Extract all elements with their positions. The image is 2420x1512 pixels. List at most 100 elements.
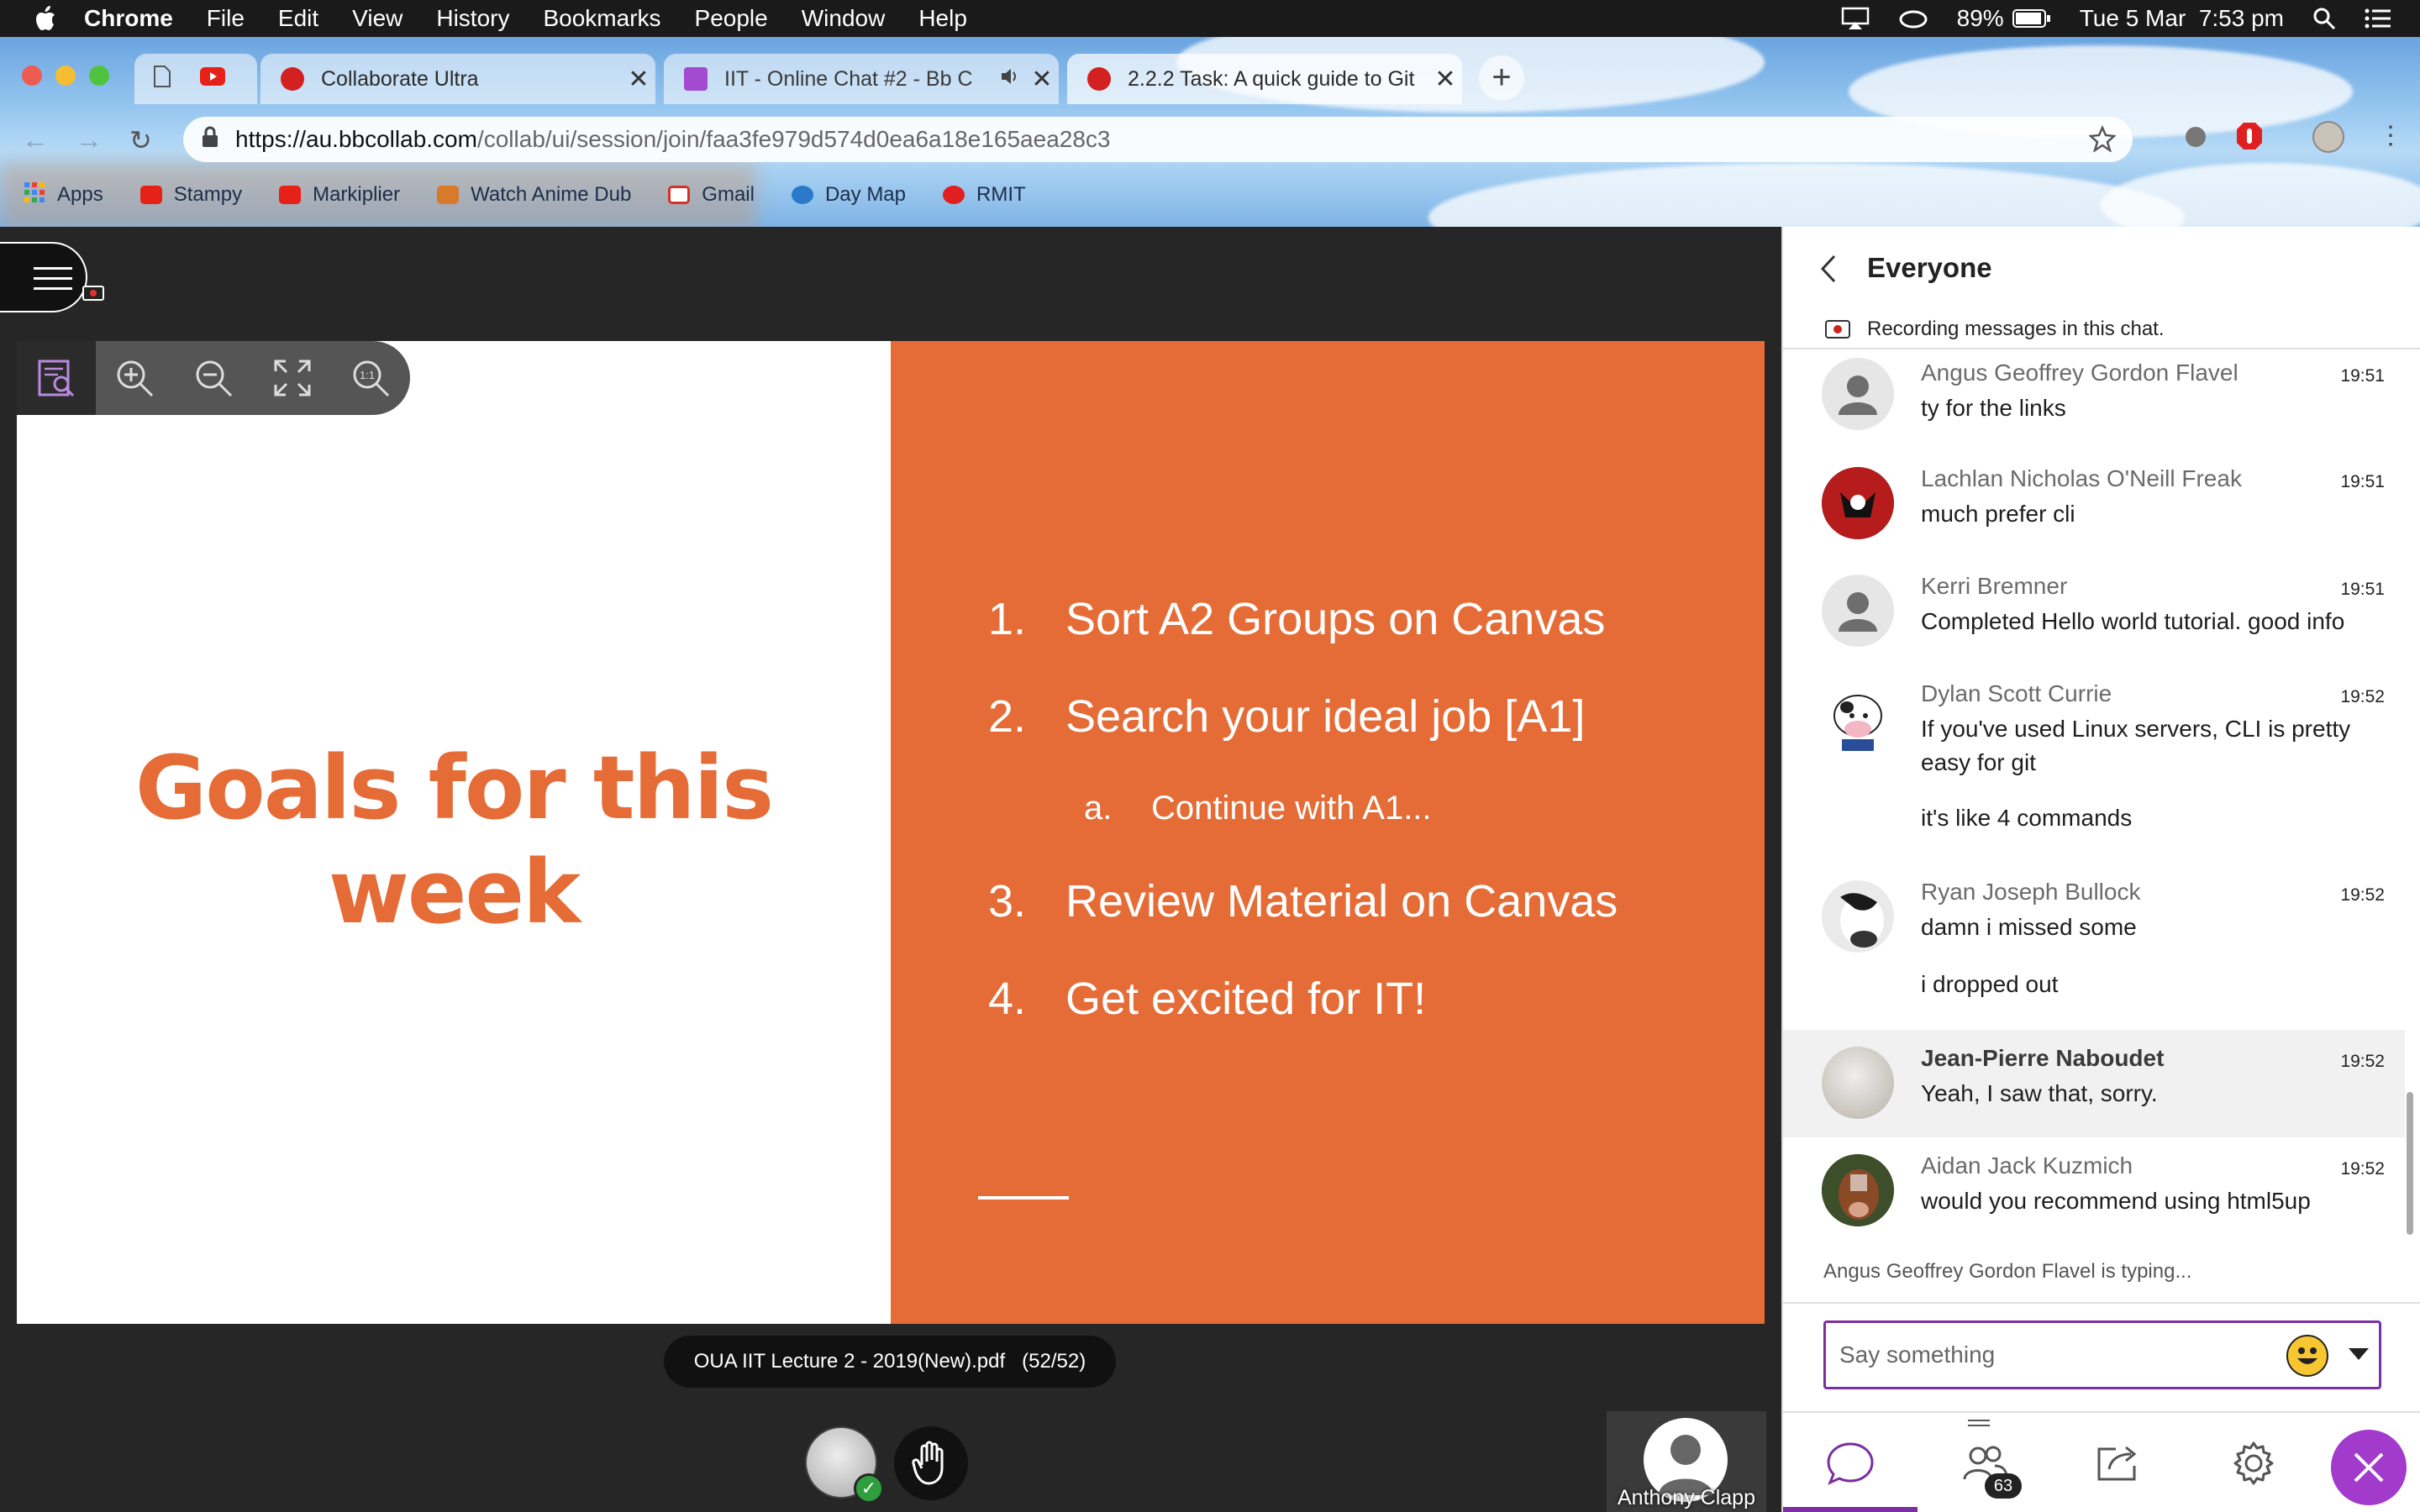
spotlight-search-icon[interactable] [2312,7,2336,30]
tab-participants[interactable]: 63 [1918,1413,2052,1512]
tab-share-content[interactable] [2052,1413,2186,1512]
youtube-icon[interactable] [200,66,225,92]
bookmark-markiplier[interactable]: Markiplier [279,183,400,207]
tab-collaborate-ultra[interactable]: Collaborate Ultra ✕ [260,54,655,104]
bookmark-rmit[interactable]: RMIT [943,183,1026,207]
tab-chat[interactable] [1783,1413,1918,1512]
message-text: would you recommend using html5up [1921,1188,2311,1214]
extension-icon[interactable] [2183,124,2208,154]
menu-file[interactable]: File [207,0,245,37]
recording-indicator-icon [82,286,104,301]
recording-icon [1825,320,1850,339]
lock-icon[interactable] [202,126,218,154]
bookmarks-bar: Apps Stampy Markiplier Watch Anime Dub G… [24,176,1063,213]
session-menu-button[interactable] [0,242,87,312]
message-text: If you've used Linux servers, CLI is pre… [1921,716,2351,775]
bookmark-label: Apps [57,183,103,206]
chevron-left-icon[interactable] [1820,254,1837,292]
menu-view[interactable]: View [352,0,402,37]
browser-menu-icon[interactable]: ⋮ [2378,121,2403,150]
blank-page-icon[interactable] [153,65,171,94]
clock[interactable]: Tue 5 Mar 7:53 pm [2080,5,2284,32]
menu-people[interactable]: People [695,0,768,37]
adblock-icon[interactable] [2235,121,2264,155]
address-bar[interactable]: https://au.bbcollab.com /collab/ui/sessi… [183,117,2133,162]
new-tab-button[interactable]: + [1479,55,1524,101]
close-panel-button[interactable] [2331,1430,2407,1505]
profile-avatar[interactable] [2312,121,2344,153]
cow-avatar [1822,682,1894,754]
goal-text: Review Material on Canvas [1065,876,1618,927]
bookmark-star-icon[interactable] [2088,124,2117,158]
bookmark-watch-anime-dub[interactable]: Watch Anime Dub [437,183,631,207]
notification-center-icon[interactable] [2365,8,2391,29]
window-close-button[interactable] [22,66,42,86]
presenter-tile[interactable]: Anthony Clapp [1607,1411,1766,1512]
chat-title: Everyone [1867,252,1992,283]
goal-text: Continue with A1... [1151,790,1432,827]
browser-chrome: Collaborate Ultra ✕ IIT - Online Chat #2… [0,37,2420,227]
bookmark-stampy[interactable]: Stampy [139,183,242,207]
fullscreen-expand-button[interactable] [253,341,332,415]
message-text: much prefer cli [1921,501,2075,527]
decor-cloud [1428,163,2185,227]
chat-message: Jean-Pierre Naboudet 19:52 Yeah, I saw t… [1783,1030,2405,1137]
chat-message: Angus Geoffrey Gordon Flavel 19:51 ty fo… [1783,349,2405,454]
tab-git-guide[interactable]: 2.2.2 Task: A quick guide to Git ✕ [1067,54,1462,104]
window-minimize-button[interactable] [55,66,76,86]
creative-cloud-icon[interactable] [1898,8,1928,29]
tab-close-icon[interactable]: ✕ [1428,65,1462,94]
typing-indicator: Angus Geoffrey Gordon Flavel is typing..… [1823,1260,2192,1283]
message-author: Dylan Scott Currie [1921,680,2112,706]
chat-compose [1823,1320,2381,1389]
chat-message-input[interactable] [1839,1341,2276,1368]
menu-edit[interactable]: Edit [278,0,318,37]
file-name: OUA IIT Lecture 2 - 2019(New).pdf [693,1350,1006,1373]
menu-history[interactable]: History [436,0,509,37]
menu-bookmarks[interactable]: Bookmarks [543,0,660,37]
menu-window[interactable]: Window [802,0,886,37]
participant-count-badge: 63 [1985,1473,2022,1499]
goal-text: Sort A2 Groups on Canvas [1065,594,1606,644]
speaker-icon[interactable] [1000,67,1020,92]
chevron-down-icon[interactable] [2349,1348,2369,1360]
cow-photo-avatar [1822,880,1894,953]
tab-settings[interactable] [2186,1413,2321,1512]
emoji-smile-icon[interactable] [2286,1335,2328,1377]
airplay-icon[interactable] [1841,7,1870,30]
tab-close-icon[interactable]: ✕ [622,65,655,94]
chat-message: Lachlan Nicholas O'Neill Freak 19:51 muc… [1783,454,2405,561]
fit-page-button[interactable] [17,341,96,415]
bookmark-gmail[interactable]: Gmail [668,183,755,207]
battery-icon[interactable] [2012,8,2051,29]
goal-number: a. [1084,790,1113,827]
tab-online-chat[interactable]: IIT - Online Chat #2 - Bb C ✕ [664,54,1059,104]
menu-app-name[interactable]: Chrome [84,0,173,37]
tab-close-icon[interactable]: ✕ [1025,65,1059,94]
message-time: 19:51 [2340,366,2385,386]
presenter-name: Anthony Clapp [1617,1486,1755,1509]
window-zoom-button[interactable] [89,66,109,86]
bookmark-apps[interactable]: Apps [24,181,103,209]
goal-text: Search your ideal job [A1] [1065,691,1586,742]
gear-icon [2233,1441,2274,1485]
battery-percentage: 89% [1956,5,2004,31]
message-time: 19:51 [2340,580,2385,599]
actual-size-button[interactable]: 1:1 [331,341,410,415]
chat-scrollbar[interactable] [2407,1092,2413,1235]
pinned-tabs[interactable] [134,54,257,104]
zoom-in-button[interactable] [96,341,175,415]
raise-hand-button[interactable] [894,1426,968,1500]
zoom-out-button[interactable] [174,341,253,415]
goal-number: 4. [988,974,1027,1024]
tab-title: Collaborate Ultra [321,66,479,91]
forward-arrow-icon[interactable]: → [76,124,103,155]
apple-menu-icon[interactable] [34,4,59,33]
menu-help[interactable]: Help [918,0,967,37]
chat-message-list[interactable]: Angus Geoffrey Gordon Flavel 19:51 ty fo… [1783,349,2420,1467]
reload-icon[interactable]: ↻ [129,124,152,156]
drag-handle-icon[interactable] [1968,1420,1990,1426]
bookmark-day-map[interactable]: Day Map [791,183,906,207]
back-arrow-icon[interactable]: ← [22,124,49,155]
chat-message: Kerri Bremner 19:51 Completed Hello worl… [1783,561,2405,669]
